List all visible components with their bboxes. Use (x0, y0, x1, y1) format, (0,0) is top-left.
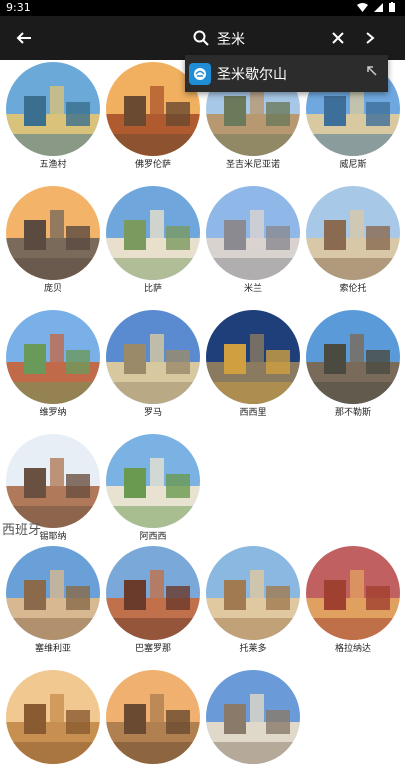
status-bar: 9:31 (0, 0, 405, 16)
place-photo-italy_places-12-art (6, 434, 100, 528)
search-input[interactable]: 圣米 (217, 29, 245, 49)
place-card[interactable]: 托莱多 (203, 546, 303, 655)
section-title-spain: 西班牙 (2, 523, 42, 538)
place-label: 庞贝 (43, 284, 62, 294)
place-photo-italy_places-10-art (206, 310, 300, 404)
place-photo-spain_places-5-art (106, 670, 200, 764)
place-card[interactable]: 索伦托 (303, 186, 403, 295)
place-card[interactable]: 维罗纳 (3, 310, 103, 419)
place-card[interactable]: 比萨 (103, 186, 203, 295)
place-card[interactable]: 阿西西 (103, 434, 203, 543)
place-photo-spain_places-3-art (306, 546, 400, 640)
place-photo-italy_places-13-art (106, 434, 200, 528)
place-photo[interactable] (6, 186, 100, 280)
place-card[interactable]: 西西里 (203, 310, 303, 419)
place-photo-spain_places-4-art (6, 670, 100, 764)
place-photo[interactable] (106, 670, 200, 764)
place-label: 佛罗伦萨 (134, 160, 171, 170)
place-label: 威尼斯 (339, 160, 367, 170)
place-label: 格拉纳达 (334, 644, 371, 654)
place-photo[interactable] (106, 434, 200, 528)
place-photo[interactable] (6, 434, 100, 528)
place-photo[interactable] (106, 310, 200, 404)
arrow-up-left-icon[interactable] (366, 65, 378, 77)
place-label: 五渔村 (39, 160, 67, 170)
place-photo-italy_places-6-art (206, 186, 300, 280)
place-label: 米兰 (243, 284, 262, 294)
place-photo[interactable] (206, 670, 300, 764)
battery-icon (389, 2, 395, 12)
place-label: 比萨 (143, 284, 162, 294)
place-photo[interactable] (106, 546, 200, 640)
place-label: 索伦托 (339, 284, 367, 294)
search-icon (190, 27, 212, 49)
place-card[interactable]: 塞维利亚 (3, 546, 103, 655)
status-time: 9:31 (6, 1, 31, 14)
back-arrow-icon[interactable] (13, 27, 35, 49)
place-label: 维罗纳 (39, 408, 67, 418)
place-label: 西西里 (239, 408, 267, 418)
place-photo-italy_places-11-art (306, 310, 400, 404)
place-photo-spain_places-0-art (6, 546, 100, 640)
place-photo[interactable] (6, 546, 100, 640)
place-label: 巴塞罗那 (134, 644, 171, 654)
place-card[interactable] (3, 670, 103, 779)
place-card[interactable]: 格拉纳达 (303, 546, 403, 655)
spain-places-grid: 塞维利亚 巴塞罗那 托莱多 格拉纳达 (3, 546, 403, 779)
place-photo[interactable] (206, 186, 300, 280)
place-card[interactable] (203, 670, 303, 779)
place-photo-italy_places-4-art (6, 186, 100, 280)
suggestion-text: 圣米歇尔山 (217, 67, 287, 83)
place-label: 那不勒斯 (334, 408, 371, 418)
place-photo[interactable] (306, 546, 400, 640)
place-card[interactable]: 那不勒斯 (303, 310, 403, 419)
place-card[interactable] (103, 670, 203, 779)
place-photo-italy_places-0-art (6, 62, 100, 156)
place-photo[interactable] (6, 310, 100, 404)
place-card[interactable]: 五渔村 (3, 62, 103, 171)
place-label: 罗马 (143, 408, 162, 418)
search-suggestion[interactable]: 圣米歇尔山 (185, 55, 388, 92)
place-photo-italy_places-9-art (106, 310, 200, 404)
place-label: 托莱多 (239, 644, 267, 654)
italy-places-grid: 五渔村 佛罗伦萨 圣吉米尼亚诺 威尼斯 庞贝 比萨 米兰 索伦托 维罗纳 罗马 … (3, 62, 403, 543)
place-photo-italy_places-8-art (6, 310, 100, 404)
app-bar: 圣米 (0, 16, 405, 60)
place-badge-icon (189, 63, 211, 85)
place-photo[interactable] (206, 546, 300, 640)
place-photo[interactable] (6, 62, 100, 156)
clear-icon[interactable] (327, 27, 349, 49)
place-label: 锡耶纳 (39, 532, 67, 542)
place-label: 圣吉米尼亚诺 (225, 160, 280, 170)
wifi-icon (357, 2, 368, 12)
place-card[interactable]: 罗马 (103, 310, 203, 419)
place-photo-spain_places-2-art (206, 546, 300, 640)
place-photo[interactable] (6, 670, 100, 764)
place-label: 阿西西 (139, 532, 167, 542)
place-card[interactable]: 巴塞罗那 (103, 546, 203, 655)
place-photo-spain_places-6-art (206, 670, 300, 764)
place-card[interactable]: 米兰 (203, 186, 303, 295)
place-label: 塞维利亚 (34, 644, 71, 654)
forward-icon[interactable] (359, 27, 381, 49)
place-photo[interactable] (206, 310, 300, 404)
signal-icon (374, 2, 383, 12)
place-photo-spain_places-1-art (106, 546, 200, 640)
place-photo[interactable] (106, 186, 200, 280)
place-photo-italy_places-7-art (306, 186, 400, 280)
place-photo-italy_places-5-art (106, 186, 200, 280)
place-photo[interactable] (306, 310, 400, 404)
place-card[interactable]: 庞贝 (3, 186, 103, 295)
place-photo[interactable] (306, 186, 400, 280)
